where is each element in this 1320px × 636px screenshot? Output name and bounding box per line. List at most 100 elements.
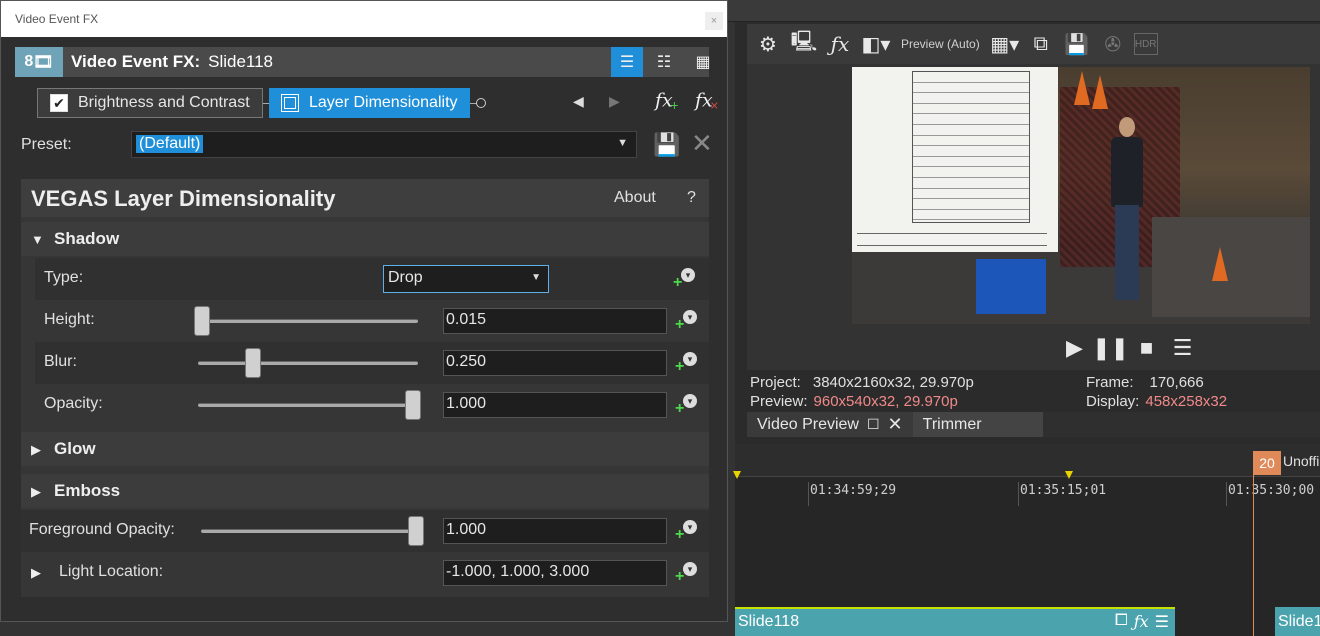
blur-slider-thumb[interactable] bbox=[245, 348, 261, 378]
timeline-clip[interactable]: Slide1 bbox=[1275, 607, 1320, 636]
foreground-opacity-label: Foreground Opacity: bbox=[29, 521, 175, 538]
copy-snapshot-icon[interactable]: ⧉ bbox=[1026, 29, 1056, 59]
play-icon[interactable]: ▶ bbox=[1061, 333, 1089, 363]
hdr-icon[interactable]: HDR bbox=[1133, 33, 1158, 55]
pause-icon[interactable]: ❚❚ bbox=[1092, 333, 1129, 363]
collapsed-triangle-icon[interactable]: ▶ bbox=[31, 442, 41, 458]
previous-plugin-icon[interactable]: ◀ bbox=[573, 93, 584, 110]
plugin-title: VEGAS Layer Dimensionality bbox=[31, 186, 336, 211]
plugin-panel: VEGAS Layer Dimensionality About ? ▼ Sha… bbox=[21, 179, 709, 597]
chain-item-layer-dimensionality[interactable]: Layer Dimensionality bbox=[269, 88, 470, 118]
preview-quality-dropdown[interactable]: Preview (Auto) bbox=[897, 37, 984, 51]
shadow-type-value: Drop bbox=[388, 269, 423, 286]
light-location-value-input[interactable]: -1.000, 1.000, 3.000 bbox=[443, 560, 667, 586]
chain-end-node-icon bbox=[476, 98, 486, 108]
view-grid-large-button[interactable]: ▦ bbox=[687, 47, 719, 77]
save-snapshot-icon[interactable]: 💾 bbox=[1062, 29, 1092, 59]
collapsed-triangle-icon[interactable]: ▶ bbox=[31, 565, 41, 581]
opacity-slider-thumb[interactable] bbox=[405, 390, 421, 420]
chain-item-brightness-contrast[interactable]: ✔ Brightness and Contrast bbox=[37, 88, 263, 118]
tab-video-preview-label: Video Preview bbox=[757, 415, 859, 433]
color-channel-icon[interactable]: ✇ bbox=[1098, 29, 1128, 59]
chevron-down-icon[interactable]: ▼ bbox=[617, 137, 628, 149]
about-link[interactable]: About bbox=[614, 189, 656, 207]
transport-controls: ▶ ❚❚ ■ ☰ bbox=[747, 326, 1320, 370]
blur-slider-track[interactable] bbox=[198, 361, 418, 365]
loop-marker-icon[interactable] bbox=[1065, 471, 1073, 479]
event-fx-logo-icon: 8 🎞 bbox=[15, 47, 63, 77]
section-shadow[interactable]: ▼ Shadow bbox=[21, 222, 709, 256]
tab-video-preview[interactable]: Video Preview ☐ ✕ bbox=[747, 412, 913, 437]
keyframe-add-icon[interactable]: ▾ + bbox=[673, 268, 695, 291]
height-slider-thumb[interactable] bbox=[194, 306, 210, 336]
checkbox-checked-icon[interactable] bbox=[281, 94, 299, 112]
add-plugin-icon[interactable]: fx+ bbox=[655, 89, 682, 112]
split-screen-icon[interactable]: ◧▾ bbox=[861, 29, 891, 59]
event-fx-icon[interactable]: ƒx bbox=[1134, 612, 1149, 632]
keyframe-add-icon[interactable]: ▾ + bbox=[675, 352, 697, 375]
menu-icon[interactable]: ☰ bbox=[1169, 333, 1197, 363]
loop-marker-icon[interactable] bbox=[733, 471, 741, 479]
height-label: Height: bbox=[44, 311, 95, 328]
timeline-marker-bar bbox=[735, 444, 1320, 476]
keyframe-add-icon[interactable]: ▾ + bbox=[675, 394, 697, 417]
event-name: Slide118 bbox=[208, 52, 274, 71]
marker-badge[interactable]: 20 bbox=[1253, 451, 1281, 475]
crop-pan-icon[interactable]: ⧠ bbox=[1115, 612, 1128, 632]
device-output-icon[interactable]: 🖳 bbox=[789, 29, 819, 59]
height-value-input[interactable]: 0.015 bbox=[443, 308, 667, 334]
opacity-value-input[interactable]: 1.000 bbox=[443, 392, 667, 418]
expanded-triangle-icon[interactable]: ▼ bbox=[31, 232, 44, 247]
timeline-clip[interactable]: Slide118 ⧠ ƒx ☰ bbox=[735, 607, 1175, 636]
preset-value[interactable]: (Default) bbox=[136, 135, 204, 153]
delete-preset-icon[interactable]: ✕ bbox=[691, 128, 713, 159]
shadow-type-select[interactable]: Drop ▼ bbox=[383, 265, 549, 293]
keyframe-add-icon[interactable]: ▾ + bbox=[675, 520, 697, 543]
app-top-strip bbox=[728, 0, 1320, 22]
chevron-down-icon[interactable]: ▼ bbox=[531, 272, 541, 283]
preset-dropdown[interactable]: (Default) ▼ bbox=[131, 131, 637, 158]
section-glow-label: Glow bbox=[54, 439, 96, 458]
project-label: Project: bbox=[750, 374, 801, 391]
plugin-title-bar: VEGAS Layer Dimensionality About ? bbox=[21, 179, 709, 217]
help-button[interactable]: ? bbox=[687, 189, 696, 207]
foreground-opacity-slider-track[interactable] bbox=[201, 529, 421, 533]
video-fx-icon[interactable]: ƒx bbox=[825, 29, 855, 59]
settings-gear-icon[interactable]: ⚙ bbox=[753, 29, 783, 59]
save-preset-icon[interactable]: 💾 bbox=[653, 132, 680, 158]
view-list-button[interactable]: ☰ bbox=[611, 47, 643, 77]
cone bbox=[1092, 75, 1108, 109]
foreground-opacity-value-input[interactable]: 1.000 bbox=[443, 518, 667, 544]
blur-value-input[interactable]: 0.250 bbox=[443, 350, 667, 376]
collapsed-triangle-icon[interactable]: ▶ bbox=[31, 484, 41, 500]
maximize-icon[interactable]: ☐ bbox=[867, 416, 880, 433]
ruler-time-label: 01:35:30;00 bbox=[1228, 483, 1315, 498]
section-emboss[interactable]: ▶ Emboss bbox=[21, 474, 709, 508]
foreground-opacity-slider-thumb[interactable] bbox=[408, 516, 424, 546]
next-plugin-icon[interactable]: ▶ bbox=[609, 93, 620, 110]
tab-trimmer-label: Trimmer bbox=[922, 415, 982, 433]
window-title: Video Event FX bbox=[15, 12, 99, 26]
clip-menu-icon[interactable]: ☰ bbox=[1155, 612, 1169, 632]
opacity-slider-track[interactable] bbox=[198, 403, 418, 407]
height-slider-track[interactable] bbox=[198, 319, 418, 323]
stop-icon[interactable]: ■ bbox=[1133, 333, 1161, 363]
display-value: 458x258x32 bbox=[1145, 393, 1228, 410]
playhead-cursor[interactable] bbox=[1253, 475, 1254, 636]
view-grid-medium-button[interactable]: ☷ bbox=[648, 47, 680, 77]
prop-row-height: Height: 0.015 ▾ + bbox=[35, 300, 709, 342]
remove-plugin-icon[interactable]: fx× bbox=[695, 89, 722, 112]
preview-label: Preview: bbox=[750, 393, 808, 410]
checkbox-checked-icon[interactable]: ✔ bbox=[50, 94, 68, 112]
keyframe-add-icon[interactable]: ▾ + bbox=[675, 562, 697, 585]
blue-box bbox=[976, 259, 1046, 314]
window-titlebar[interactable]: Video Event FX × bbox=[1, 1, 727, 37]
blur-label: Blur: bbox=[44, 353, 77, 370]
ruler-tick bbox=[1226, 482, 1227, 506]
close-icon[interactable]: ✕ bbox=[888, 414, 903, 435]
keyframe-add-icon[interactable]: ▾ + bbox=[675, 310, 697, 333]
window-close-button[interactable]: × bbox=[705, 12, 723, 30]
overlays-grid-icon[interactable]: ▦▾ bbox=[990, 29, 1020, 59]
section-glow[interactable]: ▶ Glow bbox=[21, 432, 709, 466]
tab-trimmer[interactable]: Trimmer bbox=[912, 412, 1043, 437]
